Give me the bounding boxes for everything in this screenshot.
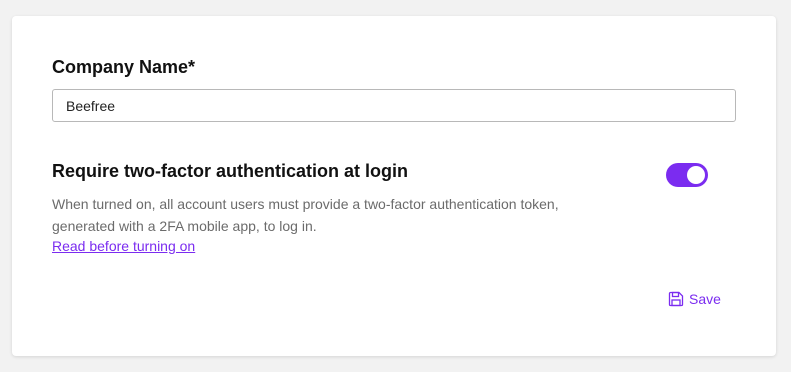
read-before-link[interactable]: Read before turning on <box>52 238 195 254</box>
settings-card: Company Name* Require two-factor authent… <box>12 16 776 356</box>
save-icon <box>668 291 684 307</box>
company-name-label: Company Name* <box>52 57 196 77</box>
two-factor-toggle[interactable] <box>666 163 708 187</box>
two-factor-description: When turned on, all account users must p… <box>52 196 559 234</box>
company-name-input[interactable] <box>52 89 736 122</box>
save-label: Save <box>689 291 721 307</box>
toggle-knob <box>687 166 705 184</box>
two-factor-title: Require two-factor authentication at log… <box>52 161 409 181</box>
save-button[interactable]: Save <box>668 291 721 307</box>
